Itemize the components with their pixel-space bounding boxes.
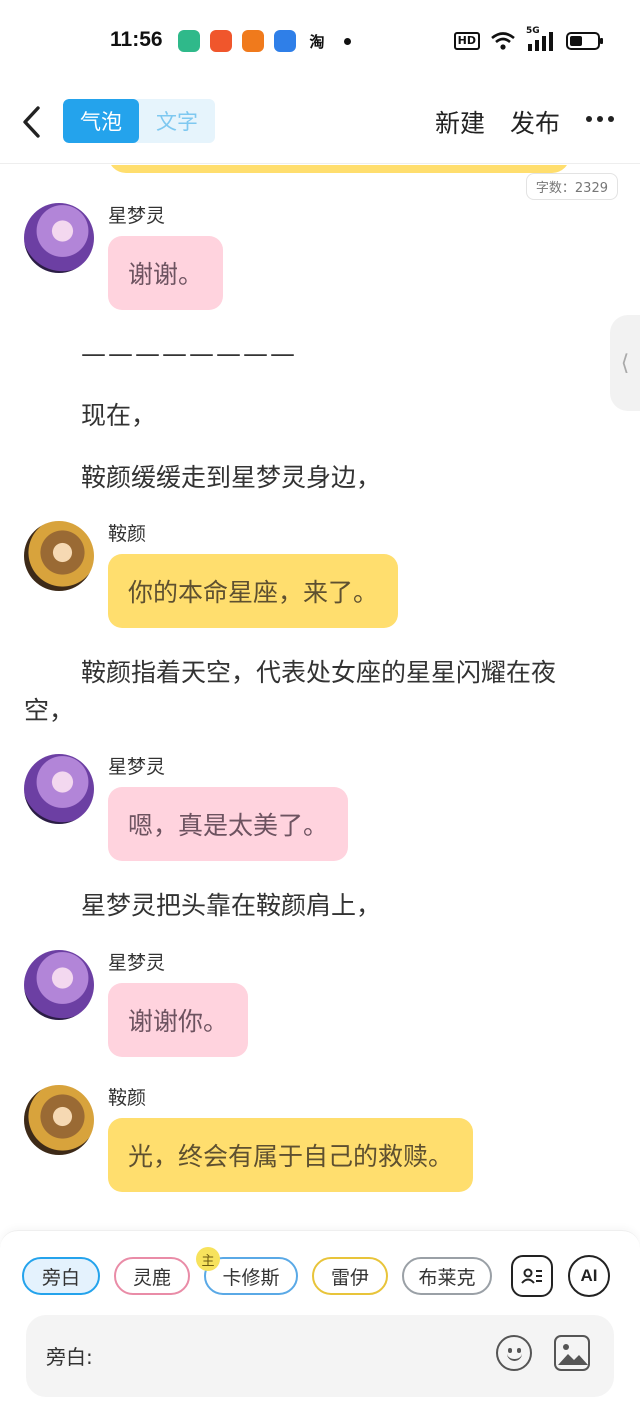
word-count-badge: 字数：2329 [525,173,618,200]
story-content[interactable]: 字数：2329 ⟨ 星梦灵 谢谢。 ———————— 现在， 鞍颜缓缓走到星梦灵… [0,165,640,1228]
speech-bubble[interactable]: 谢谢。 [108,236,224,310]
top-navigation-bar: 气泡 文字 新建 发布 [0,84,640,164]
tao-app-icon: 淘 [309,32,325,51]
more-options-icon[interactable] [586,116,614,122]
speech-bubble[interactable]: 光，终会有属于自己的救赎。 [108,1118,474,1192]
meituan-app-icon [210,30,232,52]
speech-bubble[interactable]: 谢谢你。 [108,983,249,1057]
publish-button[interactable]: 发布 [510,104,560,140]
speaker-name: 鞍颜 [108,1087,147,1109]
character-avatar[interactable] [24,203,94,273]
status-indicators: HD 5G [453,26,603,52]
character-chip-leiyi[interactable]: 雷伊 [312,1257,388,1295]
narration-text[interactable]: 鞍颜缓缓走到星梦灵身边， [24,459,604,497]
speaker-name: 星梦灵 [108,952,166,974]
side-drawer-handle[interactable]: ⟨ [610,315,640,411]
new-button[interactable]: 新建 [435,104,485,140]
browser-app-icon [274,30,296,52]
wifi-icon [491,32,515,50]
narration-text[interactable]: 鞍颜指着天空，代表处女座的星星闪耀在夜空， [24,654,604,730]
character-avatar[interactable] [24,521,94,591]
app-screen: 11:56 淘 HD 5G 气泡 文字 新建 发布 字数：2329 ⟨ 星梦灵 … [0,0,640,1422]
view-mode-switch: 气泡 文字 [63,99,215,143]
speaker-name: 鞍颜 [108,523,147,545]
tab-bubble-mode[interactable]: 气泡 [63,99,139,143]
character-chip-linglu[interactable]: 灵鹿 [114,1257,190,1295]
character-avatar[interactable] [24,754,94,824]
message-input[interactable]: 旁白: [26,1315,614,1397]
character-avatar[interactable] [24,1085,94,1155]
previous-bubble-fragment [108,165,570,173]
narration-text[interactable]: ———————— [24,335,604,373]
hd-icon: HD [453,32,480,50]
status-bar: 11:56 淘 HD 5G [0,0,640,84]
fingerprint-app-icon [178,30,200,52]
character-chip-bulaike[interactable]: 布莱克 [402,1257,492,1295]
composer-panel: 旁白 灵鹿 卡修斯 主 雷伊 布莱克 AI 旁白: [0,1230,640,1422]
speaker-name: 星梦灵 [108,205,166,227]
ai-assistant-button[interactable]: AI [568,1255,610,1297]
input-speaker-label: 旁白: [46,1345,93,1369]
speech-bubble[interactable]: 嗯，真是太美了。 [108,787,349,861]
tab-text-mode[interactable]: 文字 [139,99,215,143]
battery-icon [566,32,603,50]
image-icon[interactable] [554,1335,590,1371]
battery-level [570,36,582,46]
speech-bubble[interactable]: 你的本命星座，来了。 [108,554,399,628]
character-chip-narrator[interactable]: 旁白 [22,1257,100,1295]
character-card-icon[interactable] [511,1255,553,1297]
emoji-icon[interactable] [496,1335,532,1371]
taobao-app-icon [242,30,264,52]
character-avatar[interactable] [24,950,94,1020]
speaker-name: 星梦灵 [108,756,166,778]
character-selector: 旁白 灵鹿 卡修斯 主 雷伊 布莱克 [22,1247,492,1297]
status-time: 11:56 [110,28,163,51]
notification-dot-icon [344,37,351,45]
narration-text[interactable]: 现在， [24,397,604,435]
back-arrow-icon[interactable] [18,102,48,142]
cellular-signal-icon: 5G [526,26,556,52]
status-app-icons: 淘 [178,30,351,52]
main-character-badge: 主 [196,1247,220,1271]
narration-text[interactable]: 星梦灵把头靠在鞍颜肩上， [24,887,604,925]
